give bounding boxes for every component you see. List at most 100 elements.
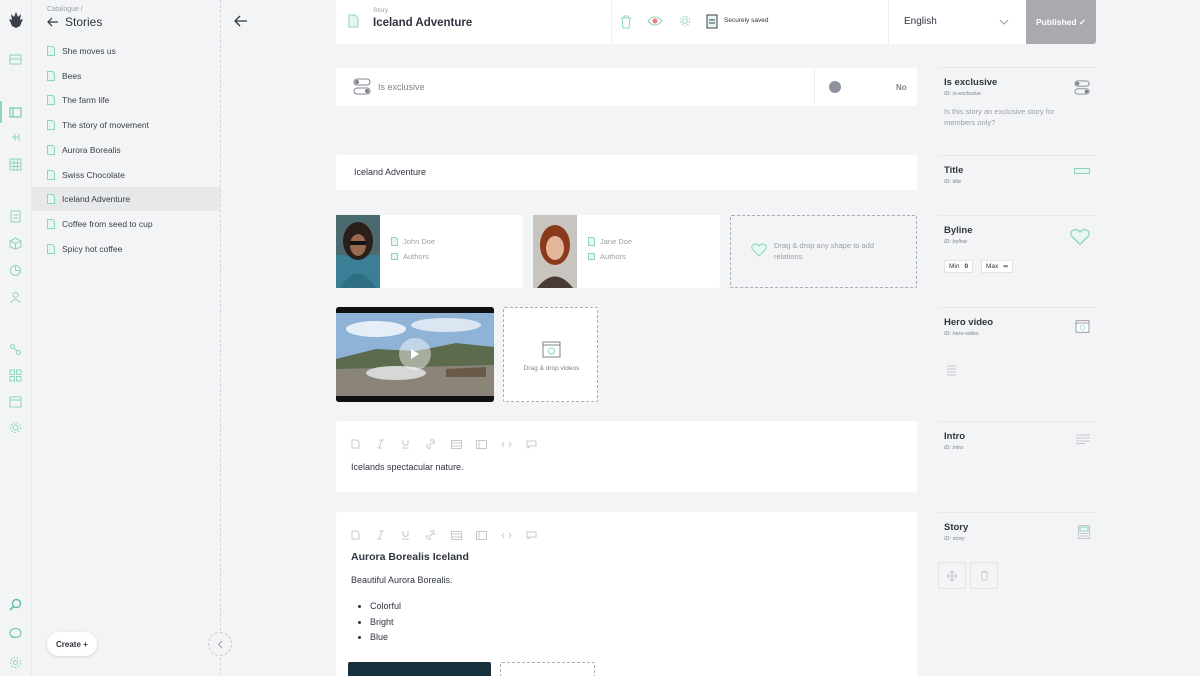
table-icon[interactable]: [451, 527, 462, 540]
language-select[interactable]: English: [904, 16, 937, 27]
move-button[interactable]: [938, 562, 966, 589]
paragraph-icon[interactable]: [351, 527, 362, 540]
quote-icon[interactable]: [526, 436, 537, 450]
richtext-toolbar: [351, 527, 537, 541]
list-icon[interactable]: [476, 436, 487, 449]
italic-icon[interactable]: [376, 527, 387, 540]
document-icon: [47, 194, 55, 205]
chevron-down-icon[interactable]: [999, 19, 1009, 25]
apps-icon[interactable]: [9, 369, 22, 382]
tree-item[interactable]: The farm life: [32, 88, 220, 112]
toggle-icon: [1074, 80, 1090, 95]
chat-icon[interactable]: [9, 627, 22, 640]
paragraph-icon[interactable]: [351, 436, 362, 449]
byline-card[interactable]: John Doe Authors: [336, 215, 523, 288]
gear-icon[interactable]: [9, 656, 22, 669]
settings-icon[interactable]: [9, 421, 22, 434]
delete-field-button[interactable]: [970, 562, 998, 589]
tree-icon[interactable]: [9, 131, 22, 144]
schema-field-is-exclusive[interactable]: Is exclusive ID: is-exclusive Is this st…: [938, 67, 1096, 147]
search-icon[interactable]: [9, 598, 22, 611]
document-icon: [47, 169, 55, 180]
back-arrow-icon[interactable]: [234, 14, 248, 28]
max-constraint[interactable]: Max ∞: [981, 260, 1013, 273]
publish-button[interactable]: Published ✓: [1026, 0, 1096, 44]
min-label: Min: [949, 263, 960, 270]
heart-icon: [1070, 228, 1090, 246]
tree-item[interactable]: She moves us: [32, 39, 220, 63]
max-label: Max: [986, 263, 999, 270]
tree-item[interactable]: Bees: [32, 64, 220, 88]
tree-item[interactable]: Swiss Chocolate: [32, 163, 220, 187]
document-icon: [348, 14, 359, 28]
schema-field-title[interactable]: Title ID: title: [938, 155, 1096, 215]
collapse-panel-button[interactable]: [208, 632, 232, 656]
story-title: Iceland Adventure: [373, 17, 473, 29]
pie-chart-icon[interactable]: [9, 264, 22, 277]
hero-video-thumbnail[interactable]: [336, 307, 494, 402]
image-dropzone[interactable]: [500, 662, 595, 676]
avatar-photo: [336, 215, 380, 288]
toggle-switch[interactable]: [829, 81, 841, 93]
byline-role: Authors: [600, 252, 626, 261]
logo-icon[interactable]: [8, 11, 24, 29]
tree-title: Stories: [65, 15, 103, 29]
trash-icon: [980, 570, 988, 581]
story-bullet-list: Colorful Bright Blue: [370, 599, 401, 646]
min-constraint[interactable]: Min 0: [944, 260, 974, 273]
tree-item-label: She moves us: [62, 46, 116, 56]
schema-field-intro[interactable]: Intro ID: intro: [938, 421, 1096, 512]
catalogue-icon[interactable]: [9, 53, 22, 66]
underline-icon[interactable]: [401, 436, 412, 449]
cube-icon[interactable]: [9, 237, 22, 250]
relation-dropzone[interactable]: Drag & drop any shape to add relations: [730, 215, 917, 288]
list-icon[interactable]: [476, 527, 487, 540]
tree-item[interactable]: Coffee from seed to cup: [32, 212, 220, 236]
title-input[interactable]: Iceland Adventure: [336, 155, 917, 190]
user-icon[interactable]: [9, 291, 22, 304]
schema-field-hero-video[interactable]: Hero video ID: hero-video: [938, 307, 1096, 421]
link-icon[interactable]: [426, 527, 437, 540]
tree-item[interactable]: Iceland Adventure: [32, 187, 220, 212]
git-icon[interactable]: [9, 343, 22, 356]
tree-item[interactable]: Spicy hot coffee: [32, 237, 220, 261]
story-richtext[interactable]: Aurora Borealis Iceland Beautiful Aurora…: [336, 512, 917, 676]
preview-eye-icon[interactable]: [647, 15, 663, 27]
byline-name: Jane Doe: [600, 237, 633, 246]
italic-icon[interactable]: [376, 436, 387, 449]
quote-icon[interactable]: [526, 527, 537, 541]
intro-richtext[interactable]: Icelands spectacular nature.: [336, 421, 917, 492]
calendar-icon[interactable]: [9, 395, 22, 408]
divider: [611, 0, 612, 44]
breadcrumb[interactable]: Catalogue /: [47, 6, 83, 13]
underline-icon[interactable]: [401, 527, 412, 540]
tree-item-label: Coffee from seed to cup: [62, 218, 153, 229]
code-icon[interactable]: [501, 436, 512, 448]
link-icon[interactable]: [426, 436, 437, 449]
list-item: Bright: [370, 615, 401, 631]
byline-role: Authors: [403, 252, 429, 261]
trash-icon[interactable]: [620, 15, 632, 29]
settings-icon[interactable]: [679, 15, 691, 27]
editor-topbar: Story Iceland Adventure Securely saved E…: [336, 0, 1096, 44]
code-icon[interactable]: [501, 527, 512, 539]
field-id: ID: title: [944, 179, 962, 185]
schema-field-byline[interactable]: Byline ID: byline Min 0 Max ∞: [938, 215, 1096, 307]
play-icon: [411, 349, 419, 359]
story-image-thumbnail[interactable]: [348, 662, 491, 676]
tree-item[interactable]: The story of movement: [32, 113, 220, 137]
document-icon[interactable]: [9, 210, 22, 223]
create-button[interactable]: Create +: [47, 632, 97, 656]
divider: [888, 0, 889, 44]
schema-field-story[interactable]: Story ID: story: [938, 512, 1096, 552]
richtext-icon: [1076, 434, 1090, 444]
video-dropzone[interactable]: Drag & drop videos: [503, 307, 598, 402]
drag-handle-icon[interactable]: [947, 365, 956, 376]
play-button[interactable]: [399, 338, 431, 370]
byline-card[interactable]: Jane Doe Authors: [533, 215, 720, 288]
tree-item[interactable]: Aurora Borealis: [32, 138, 220, 162]
back-arrow-icon[interactable]: [47, 17, 59, 27]
table-icon[interactable]: [451, 436, 462, 449]
stories-icon[interactable]: [9, 106, 22, 119]
grid-icon[interactable]: [9, 158, 22, 171]
